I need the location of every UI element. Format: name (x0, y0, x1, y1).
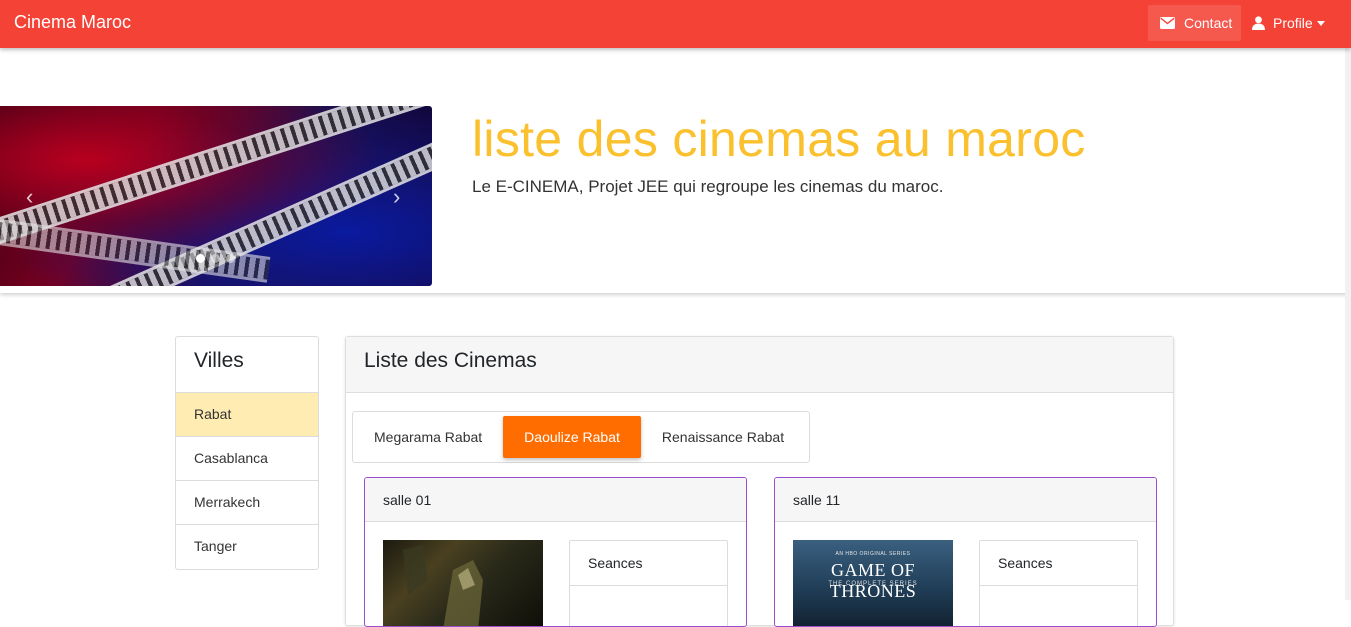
user-icon (1252, 16, 1265, 30)
ville-item-tanger[interactable]: Tanger (176, 525, 318, 569)
ville-item-casablanca[interactable]: Casablanca (176, 437, 318, 481)
navbar: Cinema Maroc Contact Profile (0, 0, 1351, 48)
poster-subtitle: THE COMPLETE SERIES (828, 581, 918, 587)
page-title: liste des cinemas au maroc (472, 111, 1086, 167)
seances-heading: Seances (980, 541, 1137, 586)
seances-panel: Seances (979, 540, 1138, 626)
page-scrollbar[interactable] (1345, 48, 1351, 600)
cinemas-card: Liste des Cinemas Megarama Rabat Daouliz… (345, 336, 1174, 627)
cinemas-heading: Liste des Cinemas (346, 337, 1173, 393)
caret-down-icon (1316, 20, 1325, 26)
carousel-dot[interactable] (211, 254, 220, 263)
contact-label: Contact (1184, 15, 1233, 31)
carousel-indicators (196, 254, 235, 263)
poster-tagline: AN HBO ORIGINAL SERIES (835, 551, 911, 557)
seances-panel: Seances (569, 540, 728, 626)
ville-item-rabat[interactable]: Rabat (176, 393, 318, 437)
carousel-dot[interactable] (196, 254, 205, 263)
contact-link[interactable]: Contact (1148, 5, 1241, 41)
tab-daoulize-rabat[interactable]: Daoulize Rabat (503, 416, 641, 458)
carousel-next-icon[interactable]: › (393, 184, 400, 210)
navbar-brand[interactable]: Cinema Maroc (14, 12, 131, 33)
hero-section: ‹ › liste des cinemas au maroc Le E-CINE… (0, 48, 1351, 293)
salle-card: salle 11 AN HBO ORIGINAL SERIES GAME OF … (774, 477, 1157, 627)
movie-poster-image[interactable] (383, 540, 543, 626)
hero-carousel[interactable]: ‹ › (0, 106, 432, 286)
villes-card: Villes Rabat Casablanca Merrakech Tanger (175, 336, 319, 570)
profile-label: Profile (1273, 15, 1313, 31)
page-lead: Le E-CINEMA, Projet JEE qui regroupe les… (472, 177, 944, 196)
salle-card: salle 01 Seances (364, 477, 747, 627)
salle-name: salle 11 (775, 478, 1156, 522)
carousel-prev-icon[interactable]: ‹ (26, 184, 33, 210)
envelope-icon (1160, 17, 1175, 29)
profile-dropdown[interactable]: Profile (1252, 5, 1325, 41)
villes-heading: Villes (176, 337, 318, 393)
movie-poster-image[interactable]: AN HBO ORIGINAL SERIES GAME OF THRONES T… (793, 540, 953, 626)
ville-item-merrakech[interactable]: Merrakech (176, 481, 318, 525)
salle-name: salle 01 (365, 478, 746, 522)
tab-renaissance-rabat[interactable]: Renaissance Rabat (646, 416, 800, 458)
cinema-tabs: Megarama Rabat Daoulize Rabat Renaissanc… (352, 411, 810, 463)
tab-megarama-rabat[interactable]: Megarama Rabat (358, 416, 498, 458)
seances-heading: Seances (570, 541, 727, 586)
carousel-dot[interactable] (226, 254, 235, 263)
poster-art (403, 545, 483, 626)
